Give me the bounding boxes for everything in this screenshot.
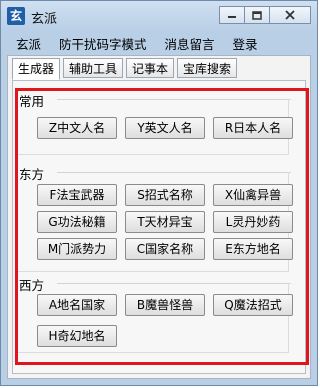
tab-helper-tools[interactable]: 辅助工具 xyxy=(63,58,124,78)
app-icon: 玄 xyxy=(7,7,25,25)
minimize-icon xyxy=(228,16,236,18)
maximize-icon xyxy=(252,10,262,20)
minimize-button[interactable] xyxy=(219,6,245,24)
highlight-frame xyxy=(15,88,309,365)
tab-treasure-search[interactable]: 宝库搜索 xyxy=(177,58,238,78)
app-window: 玄 玄派 玄派 防干扰码字模式 消息留言 登录 生成器 辅助工具 记事本 宝库搜… xyxy=(0,0,318,386)
close-button[interactable] xyxy=(269,6,311,24)
window-controls xyxy=(219,6,311,24)
maximize-button[interactable] xyxy=(244,6,270,24)
title-bar[interactable]: 玄 玄派 xyxy=(1,1,317,31)
menu-item-login[interactable]: 登录 xyxy=(224,34,267,53)
menu-item-xuanpai[interactable]: 玄派 xyxy=(7,34,50,53)
close-icon xyxy=(285,10,295,20)
tab-notepad[interactable]: 记事本 xyxy=(126,58,175,78)
menu-item-messages[interactable]: 消息留言 xyxy=(156,34,224,53)
menu-item-anti-interference-mode[interactable]: 防干扰码字模式 xyxy=(50,34,156,53)
menu-bar: 玄派 防干扰码字模式 消息留言 登录 xyxy=(7,33,311,53)
window-title: 玄派 xyxy=(31,12,58,27)
tab-generator[interactable]: 生成器 xyxy=(12,58,61,80)
tab-strip: 生成器 辅助工具 记事本 宝库搜索 xyxy=(12,58,240,80)
